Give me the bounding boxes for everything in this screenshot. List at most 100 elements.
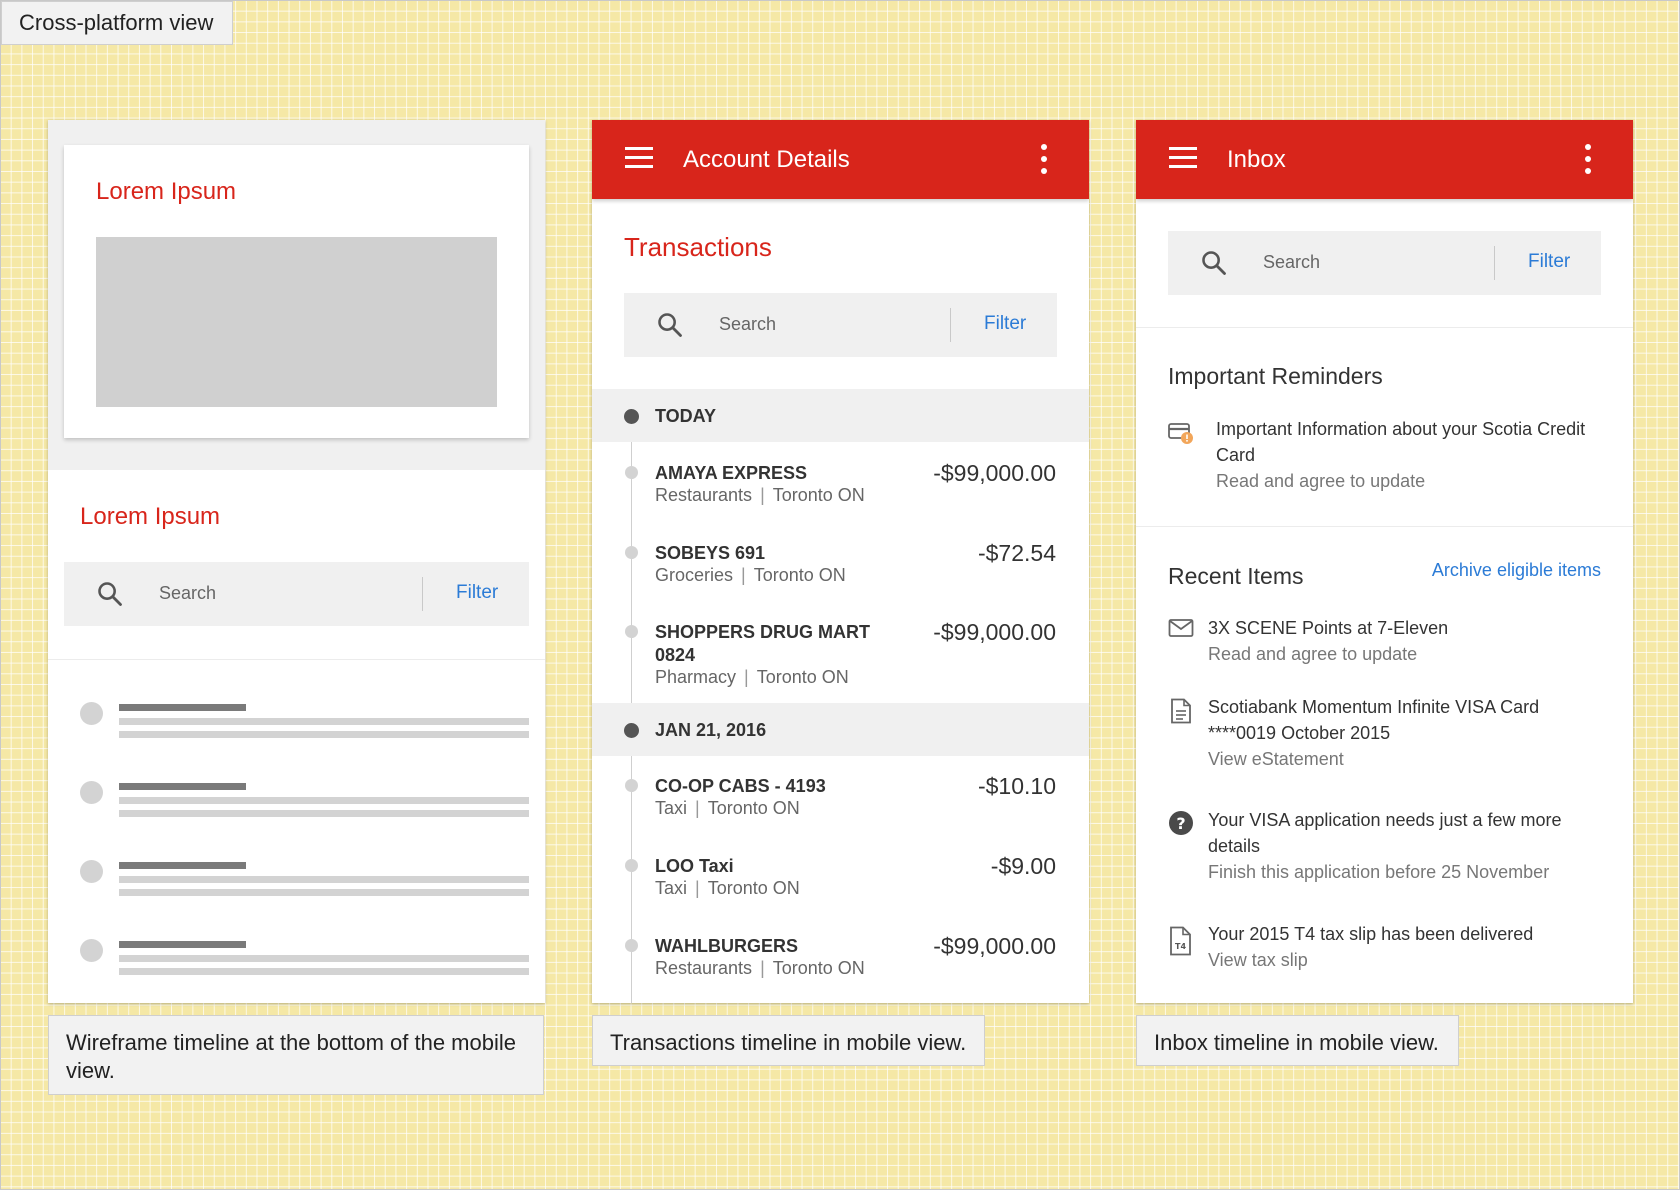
placeholder-line: [119, 783, 246, 790]
search-bar: Search Filter: [64, 562, 529, 626]
filter-button[interactable]: Filter: [984, 313, 1026, 335]
transaction-amount: -$99,000.00: [933, 933, 1056, 959]
transaction-location: Toronto ON: [753, 565, 846, 585]
image-placeholder: [96, 237, 497, 407]
transaction-amount: -$72.54: [977, 540, 1056, 566]
wireframe-list-item: [48, 931, 545, 991]
placeholder-line: [119, 862, 246, 869]
svg-text:T4: T4: [1175, 942, 1186, 951]
transaction-details: Groceries | Toronto ON: [655, 565, 846, 585]
inbox-item-text: 3X SCENE Points at 7-Eleven Read and agr…: [1208, 615, 1608, 667]
wireframe-card[interactable]: Lorem Ipsum: [64, 145, 529, 438]
transaction-category: Pharmacy: [655, 667, 737, 687]
transaction-name: SHOPPERS DRUG MART 0824: [655, 622, 871, 665]
search-icon: [1202, 251, 1226, 275]
transaction-location: Toronto ON: [772, 958, 865, 978]
timeline-dot: [80, 781, 103, 804]
inbox-item-title: Scotiabank Momentum Infinite VISA Card *…: [1208, 697, 1540, 743]
transaction-name: CO-OP CABS - 4193: [655, 776, 826, 796]
placeholder-line: [119, 889, 529, 896]
date-header: JAN 21, 2016: [592, 703, 1089, 756]
app-bar: Inbox: [1136, 120, 1633, 199]
inbox-item-subtitle: Read and agree to update: [1208, 644, 1418, 664]
inbox-item-title: Your VISA application needs just a few m…: [1208, 810, 1562, 856]
transaction-location: Toronto ON: [756, 667, 849, 687]
reminders-heading: Important Reminders: [1168, 363, 1383, 389]
transaction-category: Restaurants: [655, 485, 753, 505]
date-label: JAN 21, 2016: [655, 720, 767, 740]
inbox-item-subtitle: View eStatement: [1208, 749, 1344, 769]
transaction-details: Taxi | Toronto ON: [655, 798, 800, 818]
transaction-details: Pharmacy | Toronto ON: [655, 667, 849, 687]
inbox-item-title: Your 2015 T4 tax slip has been delivered: [1208, 924, 1534, 944]
timeline-dot: [80, 860, 103, 883]
transaction-name: WAHLBURGERS: [655, 936, 798, 956]
more-vert-icon[interactable]: [1585, 144, 1591, 174]
transaction-location: Toronto ON: [707, 878, 800, 898]
date-header: TODAY: [592, 389, 1089, 442]
transaction-name: SOBEYS 691: [655, 543, 766, 563]
transaction-location: Toronto ON: [707, 798, 800, 818]
account-details-panel: Account Details Transactions Search Filt…: [592, 120, 1089, 1003]
app-bar-title: Inbox: [1227, 146, 1286, 173]
hamburger-menu-icon[interactable]: [1169, 147, 1197, 169]
transaction-details: Restaurants | Toronto ON: [655, 958, 865, 978]
timeline-dot: [625, 859, 638, 872]
transaction-category: Restaurants: [655, 958, 753, 978]
inbox-item-text: Your 2015 T4 tax slip has been delivered…: [1208, 921, 1608, 973]
inbox-item-text: Scotiabank Momentum Infinite VISA Card *…: [1208, 694, 1608, 772]
wireframe-panel: Lorem Ipsum Lorem Ipsum Search Filter: [48, 120, 545, 1003]
inbox-panel: Inbox Search Filter Important Reminders …: [1136, 120, 1633, 1003]
placeholder-line: [119, 941, 246, 948]
transaction-category: Taxi: [655, 798, 688, 818]
search-bar: Search Filter: [1168, 231, 1601, 295]
wireframe-header-area: Lorem Ipsum: [48, 120, 545, 470]
filter-button[interactable]: Filter: [456, 582, 498, 604]
recent-items-heading: Recent Items: [1168, 563, 1304, 589]
transaction-amount: -$99,000.00: [933, 460, 1056, 486]
divider: [1136, 526, 1633, 527]
search-bar: Search Filter: [624, 293, 1057, 357]
timeline-dot: [80, 939, 103, 962]
inbox-item-subtitle: View tax slip: [1208, 950, 1308, 970]
timeline-dot: [624, 723, 639, 738]
svg-text:?: ?: [1176, 814, 1185, 833]
inbox-item-text: Your VISA application needs just a few m…: [1208, 807, 1608, 885]
reminder-subtitle: Read and agree to update: [1216, 471, 1426, 491]
inbox-item-title: 3X SCENE Points at 7-Eleven: [1208, 618, 1449, 638]
placeholder-line: [119, 955, 529, 962]
placeholder-line: [119, 704, 246, 711]
transaction-amount: -$9.00: [990, 853, 1056, 879]
filter-button[interactable]: Filter: [1528, 251, 1570, 273]
transactions-caption: Transactions timeline in mobile view.: [592, 1015, 985, 1066]
search-divider: [950, 308, 951, 342]
divider: [1136, 327, 1633, 328]
divider: [48, 659, 545, 660]
search-icon: [658, 313, 682, 337]
hamburger-menu-icon[interactable]: [625, 147, 653, 169]
more-vert-icon[interactable]: [1041, 144, 1047, 174]
transaction-category: Taxi: [655, 878, 688, 898]
wireframe-caption: Wireframe timeline at the bottom of the …: [48, 1015, 544, 1095]
search-input[interactable]: Search: [719, 314, 776, 335]
search-input[interactable]: Search: [1263, 252, 1320, 273]
card-title: Lorem Ipsum: [96, 178, 237, 205]
date-label: TODAY: [655, 406, 717, 426]
t4-doc-icon: T4: [1170, 926, 1191, 956]
transaction-amount: -$10.10: [977, 773, 1056, 799]
timeline-dot: [624, 409, 639, 424]
help-icon: ?: [1169, 811, 1193, 835]
app-bar-title: Account Details: [683, 146, 850, 173]
app-bar: Account Details: [592, 120, 1089, 199]
inbox-caption: Inbox timeline in mobile view.: [1136, 1015, 1459, 1066]
timeline-dot: [625, 939, 638, 952]
archive-link[interactable]: Archive eligible items: [1432, 560, 1601, 581]
credit-card-alert-icon: [1168, 423, 1193, 444]
transaction-amount: -$99,000.00: [933, 619, 1056, 645]
page-title: Cross-platform view: [1, 1, 233, 45]
transaction-details: Restaurants | Toronto ON: [655, 485, 865, 505]
reminder-text: Important Information about your Scotia …: [1216, 416, 1616, 494]
timeline-dot: [625, 779, 638, 792]
search-divider: [422, 577, 423, 611]
search-input[interactable]: Search: [159, 583, 216, 604]
